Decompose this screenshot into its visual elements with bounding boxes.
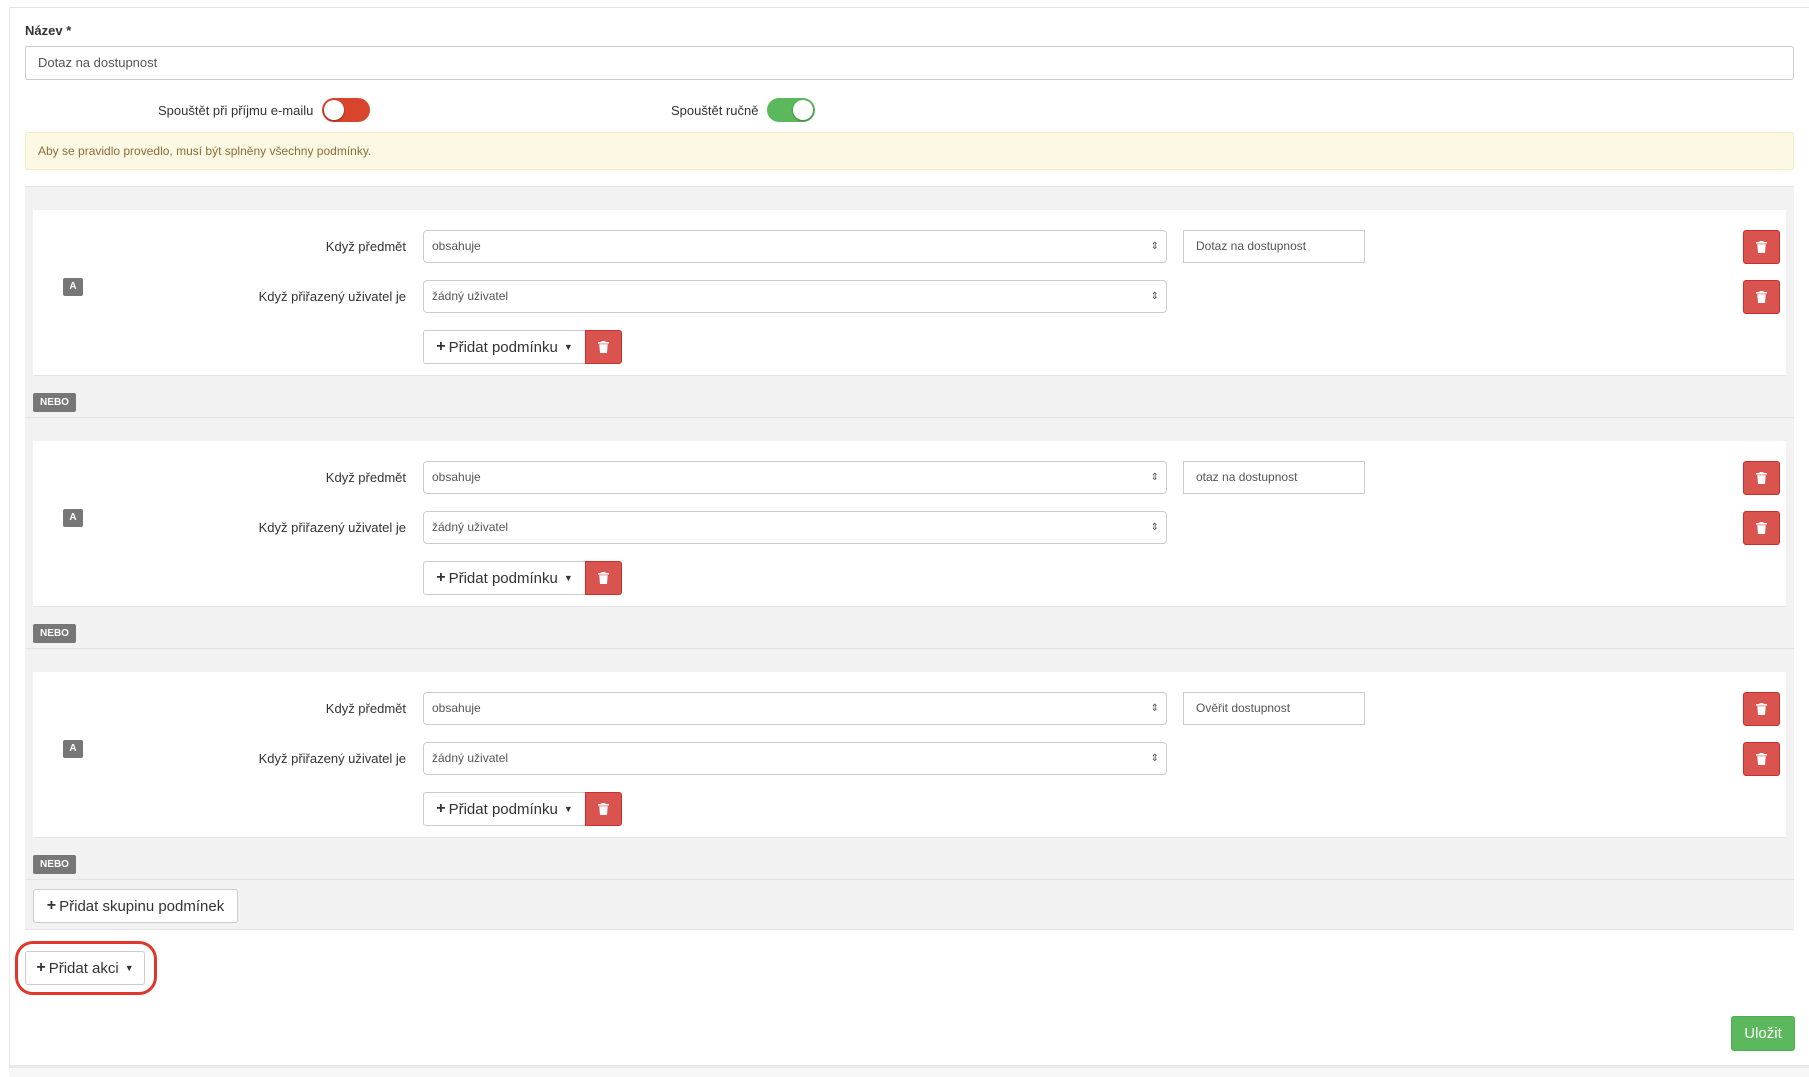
user-select[interactable]: žádný uživatel ⇕ [423,742,1167,775]
condition-value-input[interactable]: otaz na dostupnost [1183,461,1365,494]
caret-down-icon: ▼ [563,573,573,583]
delete-condition-button[interactable] [1743,692,1780,726]
condition-label: Když předmět [325,701,406,716]
user-select-value: žádný uživatel [432,520,509,534]
delete-group-button[interactable] [585,792,622,826]
plus-icon: + [46,897,57,914]
email-trigger-toggle[interactable] [322,98,371,122]
add-condition-label: Přidat podmínku [448,569,558,587]
delete-condition-button[interactable] [1743,742,1780,776]
select-arrows-icon: ⇕ [1150,291,1159,302]
operator-select-value: obsahuje [432,470,481,484]
plus-icon: + [436,800,446,817]
delete-group-button[interactable] [585,330,622,364]
toggle-knob [793,100,814,120]
manual-trigger-label: Spouštět ručně [671,102,759,118]
trash-icon [1756,703,1767,715]
name-input[interactable]: Dotaz na dostupnost [25,46,1794,80]
delete-condition-button[interactable] [1743,511,1780,545]
group-badge: A [63,278,83,296]
or-separator-badge: NEBO [33,393,76,412]
save-button[interactable]: Uložit [1731,1016,1795,1051]
trash-icon [598,341,609,353]
select-arrows-icon: ⇕ [1150,472,1159,483]
bottom-shade [9,1068,1809,1077]
condition-label: Když přiřazený uživatel je [258,751,406,766]
condition-label: Když přiřazený uživatel je [258,520,406,535]
select-arrows-icon: ⇕ [1150,753,1159,764]
condition-label: Když předmět [325,470,406,485]
trash-icon [1756,522,1767,534]
add-condition-group-label: Přidat skupinu podmínek [59,897,225,915]
select-arrows-icon: ⇕ [1150,522,1159,533]
add-action-button[interactable]: + Přidat akci ▼ [25,951,145,985]
manual-trigger-toggle-row: Spouštět ručně [671,98,816,122]
trash-icon [1756,241,1767,253]
select-arrows-icon: ⇕ [1150,703,1159,714]
plus-icon: + [436,569,446,586]
operator-select-value: obsahuje [432,239,481,253]
condition-groups-area: A Když předmět obsahuje ⇕ Dotaz na dostu… [25,186,1794,930]
operator-select[interactable]: obsahuje ⇕ [423,230,1167,263]
email-trigger-label: Spouštět při příjmu e-mailu [158,102,314,118]
condition-group: A Když předmět obsahuje ⇕ Dotaz na dostu… [33,210,1786,376]
or-separator-badge: NEBO [33,624,76,643]
condition-group: A Když předmět obsahuje ⇕ otaz na dostup… [33,441,1786,607]
user-select[interactable]: žádný uživatel ⇕ [423,511,1167,544]
trash-icon [1756,753,1767,765]
or-separator-badge: NEBO [33,855,76,874]
group-badge: A [63,740,83,758]
add-condition-group-button[interactable]: + Přidat skupinu podmínek [33,889,238,923]
add-action-label: Přidat akci [48,959,119,977]
trash-icon [598,803,609,815]
add-condition-button[interactable]: + Přidat podmínku ▼ [423,561,586,595]
plus-icon: + [36,959,46,976]
operator-select-value: obsahuje [432,701,481,715]
user-select[interactable]: žádný uživatel ⇕ [423,280,1167,313]
add-condition-button[interactable]: + Přidat podmínku ▼ [423,330,586,364]
trash-icon [598,572,609,584]
delete-group-button[interactable] [585,561,622,595]
trash-icon [1756,291,1767,303]
caret-down-icon: ▼ [124,963,134,973]
condition-group: A Když předmět obsahuje ⇕ Ověřit dostupn… [33,672,1786,838]
condition-label: Když předmět [325,239,406,254]
user-select-value: žádný uživatel [432,751,509,765]
plus-icon: + [436,338,446,355]
operator-select[interactable]: obsahuje ⇕ [423,461,1167,494]
caret-down-icon: ▼ [563,342,573,352]
separator-line [25,417,1794,418]
operator-select[interactable]: obsahuje ⇕ [423,692,1167,725]
add-condition-label: Přidat podmínku [448,338,558,356]
email-trigger-toggle-row: Spouštět při příjmu e-mailu [158,98,371,122]
manual-trigger-toggle[interactable] [767,98,816,122]
condition-value-input[interactable]: Dotaz na dostupnost [1183,230,1365,263]
conditions-alert: Aby se pravidlo provedlo, musí být splně… [25,132,1794,170]
delete-condition-button[interactable] [1743,461,1780,495]
condition-label: Když přiřazený uživatel je [258,289,406,304]
add-condition-button[interactable]: + Přidat podmínku ▼ [423,792,586,826]
separator-line [25,879,1794,880]
name-label: Název * [25,23,72,38]
user-select-value: žádný uživatel [432,289,509,303]
add-condition-label: Přidat podmínku [448,800,558,818]
select-arrows-icon: ⇕ [1150,241,1159,252]
separator-line [25,648,1794,649]
caret-down-icon: ▼ [563,804,573,814]
trash-icon [1756,472,1767,484]
delete-condition-button[interactable] [1743,230,1780,264]
condition-value-input[interactable]: Ověřit dostupnost [1183,692,1365,725]
delete-condition-button[interactable] [1743,280,1780,314]
toggle-knob [324,100,345,120]
group-badge: A [63,509,83,527]
